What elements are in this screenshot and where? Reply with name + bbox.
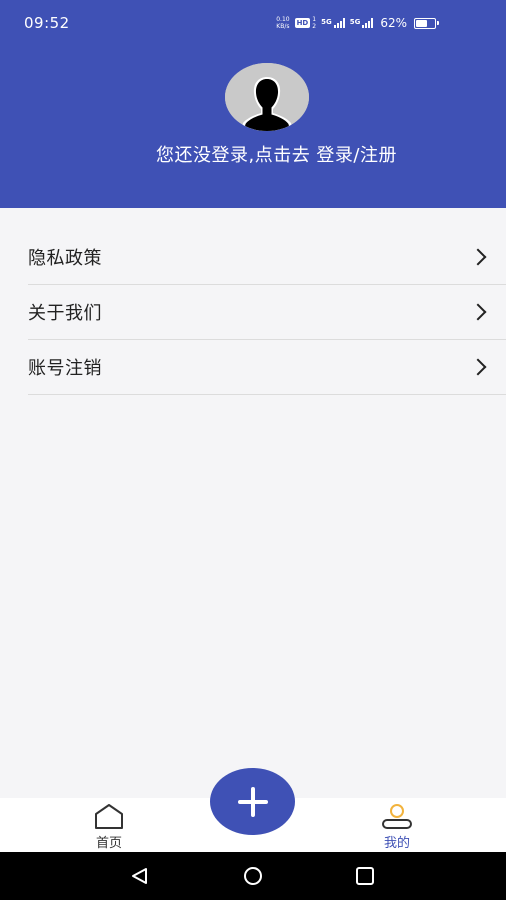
tab-home[interactable]: 首页 bbox=[69, 798, 149, 852]
system-navigation-bar bbox=[0, 852, 506, 900]
status-icons: 0.10 KB/s HD 1 2 5G 5G 62% bbox=[276, 15, 439, 31]
tab-mine-label: 我的 bbox=[383, 836, 410, 851]
profile-header: 09:52 0.10 KB/s HD 1 2 5G 5G 62% 您还没登录,点… bbox=[0, 0, 506, 208]
sim2-label: 2 bbox=[312, 23, 317, 30]
signal-1-label: 5G bbox=[321, 18, 332, 26]
menu-item-label: 账号注销 bbox=[28, 358, 102, 379]
default-user-avatar[interactable] bbox=[225, 63, 309, 131]
menu-item-about-us[interactable]: 关于我们 bbox=[28, 285, 506, 340]
home-circle-icon[interactable] bbox=[242, 866, 264, 886]
net-speed: 0.10 KB/s bbox=[276, 16, 289, 30]
sim-indicator: 1 2 bbox=[312, 16, 316, 30]
tab-mine[interactable]: 我的 bbox=[357, 798, 437, 852]
net-speed-unit: KB/s bbox=[276, 23, 290, 30]
signal-bars-icon bbox=[333, 18, 345, 28]
plus-icon bbox=[237, 786, 268, 817]
profile-screen: 09:52 0.10 KB/s HD 1 2 5G 5G 62% 您还没登录,点… bbox=[0, 0, 506, 900]
menu-item-delete-account[interactable]: 账号注销 bbox=[28, 340, 506, 395]
settings-menu: 隐私政策 关于我们 账号注销 bbox=[0, 230, 506, 395]
hd-icon: HD bbox=[294, 18, 311, 28]
signal-2-label: 5G bbox=[349, 18, 361, 26]
avatar-silhouette-icon bbox=[225, 63, 309, 131]
menu-item-label: 关于我们 bbox=[28, 303, 102, 324]
tab-home-label: 首页 bbox=[95, 836, 122, 851]
net-speed-value: 0.10 bbox=[276, 16, 290, 23]
add-button[interactable] bbox=[210, 768, 295, 835]
chevron-right-icon bbox=[469, 248, 487, 266]
home-icon bbox=[95, 804, 123, 829]
signal-2: 5G bbox=[350, 18, 374, 28]
battery-percent: 62% bbox=[380, 16, 407, 30]
recent-apps-icon[interactable] bbox=[354, 866, 376, 886]
battery-icon bbox=[414, 17, 439, 29]
battery-fill bbox=[416, 19, 427, 27]
chevron-right-icon bbox=[469, 303, 487, 321]
back-triangle-icon[interactable] bbox=[129, 866, 151, 886]
login-register-link[interactable]: 您还没登录,点击去 登录/注册 bbox=[0, 141, 506, 167]
signal-1: 5G bbox=[321, 18, 345, 28]
sim1-label: 1 bbox=[312, 16, 317, 23]
chevron-right-icon bbox=[469, 358, 487, 376]
menu-item-privacy-policy[interactable]: 隐私政策 bbox=[28, 230, 506, 285]
status-bar: 09:52 0.10 KB/s HD 1 2 5G 5G 62% bbox=[0, 0, 506, 46]
signal-bars-icon bbox=[362, 18, 374, 28]
status-time: 09:52 bbox=[24, 14, 70, 32]
menu-item-label: 隐私政策 bbox=[28, 248, 102, 269]
person-icon bbox=[382, 804, 412, 829]
